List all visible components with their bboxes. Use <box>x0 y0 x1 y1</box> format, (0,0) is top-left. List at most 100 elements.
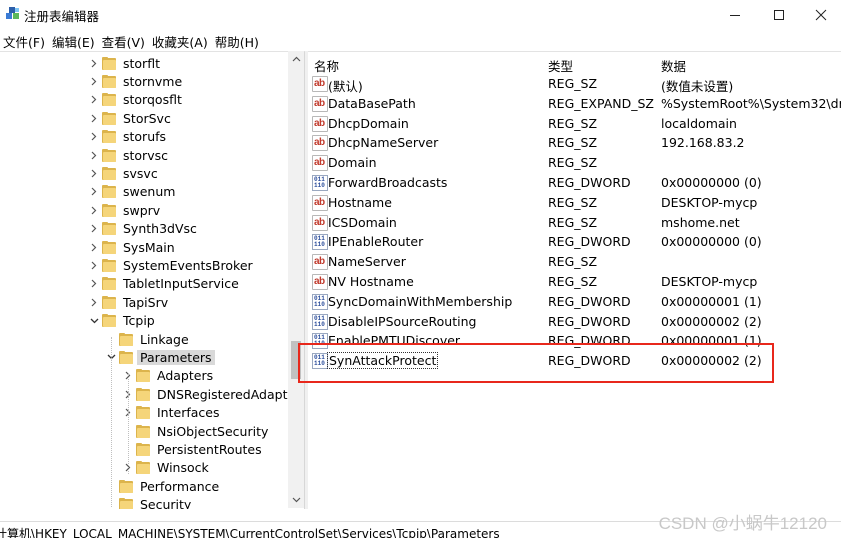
value-data: %SystemRoot%\System32\drivers <box>661 95 841 111</box>
string-value-icon: ab <box>312 135 328 152</box>
tree-item[interactable]: Performance <box>105 477 222 495</box>
menu-view[interactable]: 查看(V) <box>99 30 149 50</box>
menu-help[interactable]: 帮助(H) <box>212 30 263 50</box>
chevron-right-icon[interactable] <box>88 201 100 219</box>
value-row[interactable]: ab DhcpNameServer REG_SZ 192.168.83.2 <box>308 133 841 153</box>
tree-item[interactable]: DNSRegisteredAdapters <box>122 385 305 403</box>
column-header-data[interactable]: 数据 <box>661 56 686 75</box>
tree-guide-line <box>111 337 112 507</box>
chevron-right-icon[interactable] <box>88 146 100 164</box>
tree-item[interactable]: svsvc <box>88 164 161 182</box>
close-icon <box>815 9 827 21</box>
folder-icon <box>119 332 135 346</box>
folder-icon <box>102 93 118 107</box>
value-row[interactable]: ab (默认) REG_SZ (数值未设置) <box>308 74 841 94</box>
tree-item[interactable]: storflt <box>88 54 163 72</box>
tree-item-label: Parameters <box>137 349 215 365</box>
tree-item[interactable]: StorSvc <box>88 109 174 127</box>
menu-file[interactable]: 文件(F) <box>0 30 49 50</box>
list-header: 名称 类型 数据 <box>308 52 841 74</box>
value-row[interactable]: ab Domain REG_SZ <box>308 153 841 173</box>
value-type: REG_SZ <box>548 155 598 171</box>
registry-key-tree[interactable]: storflt stornvme storqosflt StorSvc storufs s… <box>0 51 305 509</box>
tree-item-label: swprv <box>123 202 161 218</box>
chevron-right-icon[interactable] <box>88 256 100 274</box>
value-name: DhcpNameServer <box>328 135 439 151</box>
tree-item[interactable]: Adapters <box>122 367 216 385</box>
value-data: DESKTOP-mycp <box>661 194 758 210</box>
scroll-up-button[interactable] <box>288 51 304 67</box>
chevron-down-icon[interactable] <box>88 312 100 330</box>
tree-item[interactable]: storufs <box>88 128 169 146</box>
minimize-button[interactable] <box>712 0 758 30</box>
value-data: DESKTOP-mycp <box>661 274 758 289</box>
scroll-down-button[interactable] <box>288 492 304 508</box>
menu-edit[interactable]: 编辑(E) <box>49 30 99 50</box>
value-row[interactable]: 011 110 IPEnableRouter REG_DWORD 0x00000000 … <box>308 232 841 252</box>
tree-item[interactable]: stornvme <box>88 72 185 90</box>
tree-item[interactable]: storvsc <box>88 146 171 164</box>
value-row[interactable]: ab Hostname REG_SZ DESKTOP-mycp <box>308 193 841 213</box>
chevron-right-icon[interactable] <box>88 128 100 146</box>
tree-item[interactable]: TapiSrv <box>88 293 171 311</box>
maximize-button[interactable] <box>756 0 802 30</box>
tree-item[interactable]: Winsock <box>122 459 212 477</box>
tree-item[interactable]: storqosflt <box>88 91 185 109</box>
tree-item-label: storufs <box>123 129 167 145</box>
value-name: SyncDomainWithMembership <box>328 293 513 309</box>
menu-favorites[interactable]: 收藏夹(A) <box>149 30 212 50</box>
tree-item[interactable]: Linkage <box>105 330 192 348</box>
value-row[interactable]: ab DhcpDomain REG_SZ localdomain <box>308 114 841 134</box>
value-row[interactable]: ab NV Hostname REG_SZ DESKTOP-mycp <box>308 272 841 292</box>
tree-item-label: DNSRegisteredAdapters <box>157 386 305 402</box>
tree-item[interactable]: SystemEventsBroker <box>88 256 256 274</box>
value-row[interactable]: ab ICSDomain REG_SZ mshome.net <box>308 213 841 233</box>
string-value-icon: ab <box>312 115 328 132</box>
tree-item[interactable]: Security <box>105 496 194 509</box>
tree-scrollbar[interactable] <box>288 51 304 508</box>
tree-item[interactable]: TabletInputService <box>88 275 242 293</box>
tree-item[interactable]: Tcpip <box>88 312 158 330</box>
folder-icon <box>136 406 152 420</box>
chevron-right-icon[interactable] <box>88 72 100 90</box>
values-list: 名称 类型 数据 ab (默认) REG_SZ (数值未设置) ab DataBasePa… <box>308 51 841 509</box>
close-button[interactable] <box>798 0 841 30</box>
chevron-right-icon[interactable] <box>88 54 100 72</box>
value-name: ForwardBroadcasts <box>328 175 448 190</box>
value-row[interactable]: 011 110 ForwardBroadcasts REG_DWORD 0x000000… <box>308 173 841 193</box>
column-header-name[interactable]: 名称 <box>314 56 339 75</box>
value-row[interactable]: ab DataBasePath REG_EXPAND_SZ %SystemRoot%\… <box>308 94 841 114</box>
value-type: REG_DWORD <box>548 175 631 190</box>
value-row[interactable]: 011 110 SyncDomainWithMembership REG_DWORD 0… <box>308 292 841 312</box>
tree-item-label: TabletInputService <box>123 276 239 292</box>
tree-item-label: storvsc <box>123 147 168 163</box>
tree-item[interactable]: Synth3dVsc <box>88 220 200 238</box>
chevron-right-icon[interactable] <box>88 220 100 238</box>
value-row[interactable]: 011 110 DisableIPSourceRouting REG_DWORD 0x0… <box>308 312 841 332</box>
tree-item-label: SysMain <box>123 239 175 255</box>
value-data: 0x00000000 (0) <box>661 175 762 190</box>
tree-item[interactable]: NsiObjectSecurity <box>122 422 271 440</box>
chevron-right-icon[interactable] <box>88 183 100 201</box>
title-bar: 注册表编辑器 <box>0 0 841 30</box>
tree-item[interactable]: SysMain <box>88 238 178 256</box>
tree-item[interactable]: swprv <box>88 201 163 219</box>
value-type: REG_SZ <box>548 135 598 151</box>
tree-item[interactable]: PersistentRoutes <box>122 440 265 458</box>
tree-item-label: Winsock <box>157 460 209 476</box>
tree-item[interactable]: Parameters <box>105 348 215 366</box>
value-type: REG_SZ <box>548 76 598 91</box>
value-name: DisableIPSourceRouting <box>328 313 477 329</box>
chevron-right-icon[interactable] <box>88 238 100 256</box>
value-row[interactable]: ab NameServer REG_SZ <box>308 252 841 272</box>
chevron-right-icon[interactable] <box>88 109 100 127</box>
chevron-right-icon[interactable] <box>88 91 100 109</box>
tree-item[interactable]: swenum <box>88 183 178 201</box>
chevron-right-icon[interactable] <box>88 164 100 182</box>
tree-item-label: stornvme <box>123 73 183 89</box>
value-name: Hostname <box>328 194 392 210</box>
tree-item[interactable]: Interfaces <box>122 404 222 422</box>
chevron-right-icon[interactable] <box>88 275 100 293</box>
column-header-type[interactable]: 类型 <box>548 56 573 75</box>
chevron-right-icon[interactable] <box>88 293 100 311</box>
